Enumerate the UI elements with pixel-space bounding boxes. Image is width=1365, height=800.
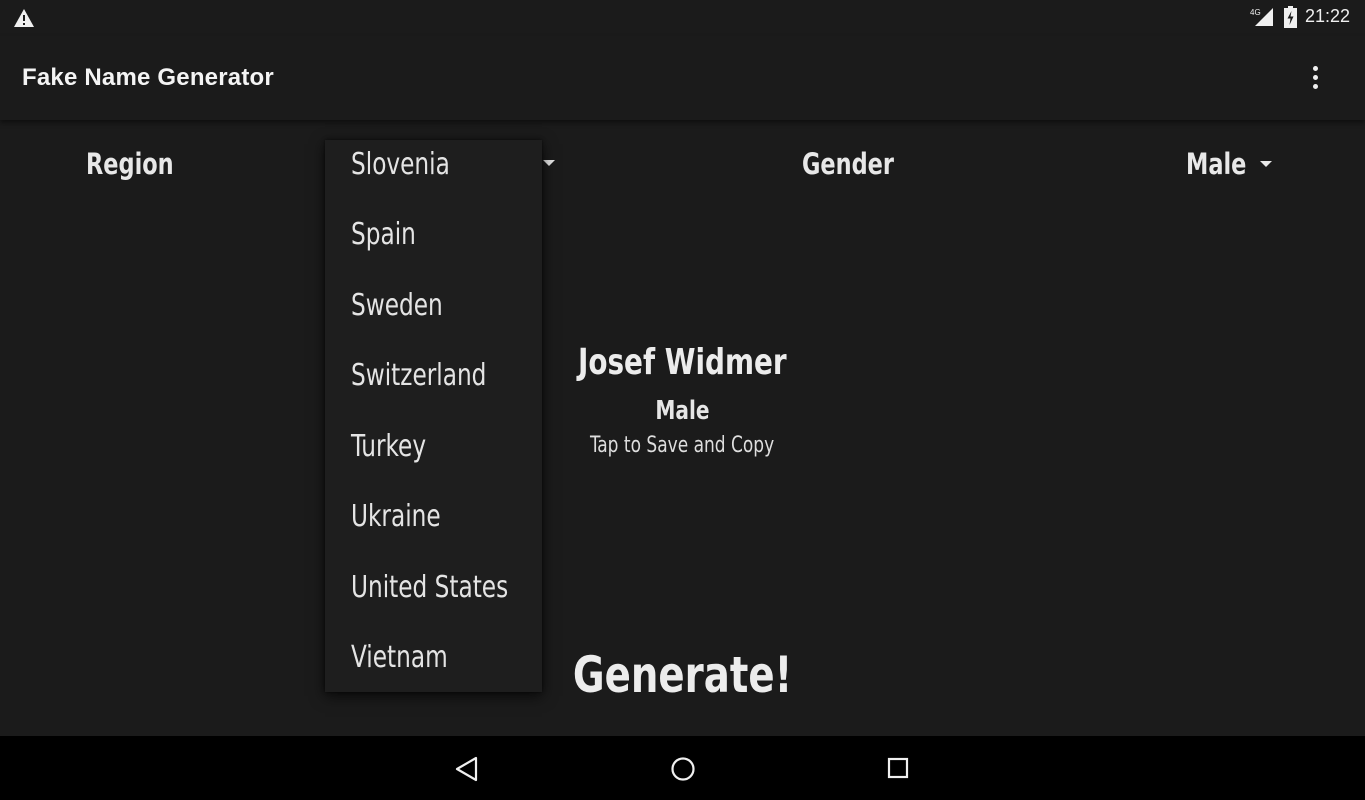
generate-button[interactable]: Generate! bbox=[0, 646, 1365, 704]
region-option-spain[interactable]: Spain bbox=[325, 210, 542, 280]
app-screen: 4G 21:22 Fake Name Generator Region Gend… bbox=[0, 0, 1365, 800]
generated-name-text: Josef Widmer bbox=[578, 342, 787, 383]
save-copy-hint: Tap to Save and Copy bbox=[0, 433, 1365, 458]
region-option-label: Switzerland bbox=[351, 358, 487, 393]
generated-gender-text: Male bbox=[655, 396, 710, 426]
region-option-united-states[interactable]: United States bbox=[325, 563, 542, 633]
generate-button-label: Generate! bbox=[572, 646, 793, 704]
gender-label: Gender bbox=[802, 147, 894, 181]
back-icon[interactable] bbox=[455, 756, 479, 782]
gender-selected-value: Male bbox=[1186, 147, 1247, 181]
overflow-menu-icon[interactable] bbox=[1300, 60, 1330, 94]
region-option-label: Spain bbox=[351, 217, 416, 252]
region-option-label: Turkey bbox=[351, 429, 427, 464]
region-option-vietnam[interactable]: Vietnam bbox=[325, 633, 542, 703]
status-bar: 4G 21:22 bbox=[0, 0, 1365, 36]
network-type-label: 4G bbox=[1250, 8, 1261, 17]
gender-spinner[interactable]: Male bbox=[1186, 144, 1286, 188]
region-option-label: Slovenia bbox=[351, 147, 450, 182]
app-bar: Fake Name Generator bbox=[0, 36, 1365, 120]
battery-charging-icon bbox=[1284, 6, 1297, 28]
home-icon[interactable] bbox=[670, 756, 696, 782]
gender-dropdown-arrow-icon bbox=[1260, 161, 1272, 167]
generated-gender: Male bbox=[0, 396, 1365, 426]
region-option-label: Ukraine bbox=[351, 499, 441, 534]
app-title: Fake Name Generator bbox=[22, 64, 274, 91]
region-option-label: United States bbox=[351, 570, 509, 605]
region-option-slovenia[interactable]: Slovenia bbox=[325, 140, 542, 210]
status-time: 21:22 bbox=[1305, 6, 1351, 26]
region-label: Region bbox=[86, 147, 174, 181]
warning-icon bbox=[14, 9, 34, 27]
save-copy-hint-text: Tap to Save and Copy bbox=[590, 433, 775, 458]
region-option-switzerland[interactable]: Switzerland bbox=[325, 351, 542, 421]
region-option-turkey[interactable]: Turkey bbox=[325, 422, 542, 492]
region-option-ukraine[interactable]: Ukraine bbox=[325, 492, 542, 562]
recent-apps-icon[interactable] bbox=[887, 757, 909, 779]
main-content: Region Gender Male Josef Widmer Male Tap… bbox=[0, 120, 1365, 736]
system-nav-bar bbox=[0, 736, 1365, 800]
region-dropdown-list: Slovenia Spain Sweden Switzerland Turkey… bbox=[325, 140, 542, 692]
region-option-label: Vietnam bbox=[351, 640, 448, 675]
cell-signal-icon: 4G bbox=[1250, 8, 1273, 26]
region-option-label: Sweden bbox=[351, 288, 443, 323]
generated-name[interactable]: Josef Widmer bbox=[0, 342, 1365, 383]
region-dropdown-arrow-icon[interactable] bbox=[543, 160, 555, 166]
region-option-sweden[interactable]: Sweden bbox=[325, 281, 542, 351]
